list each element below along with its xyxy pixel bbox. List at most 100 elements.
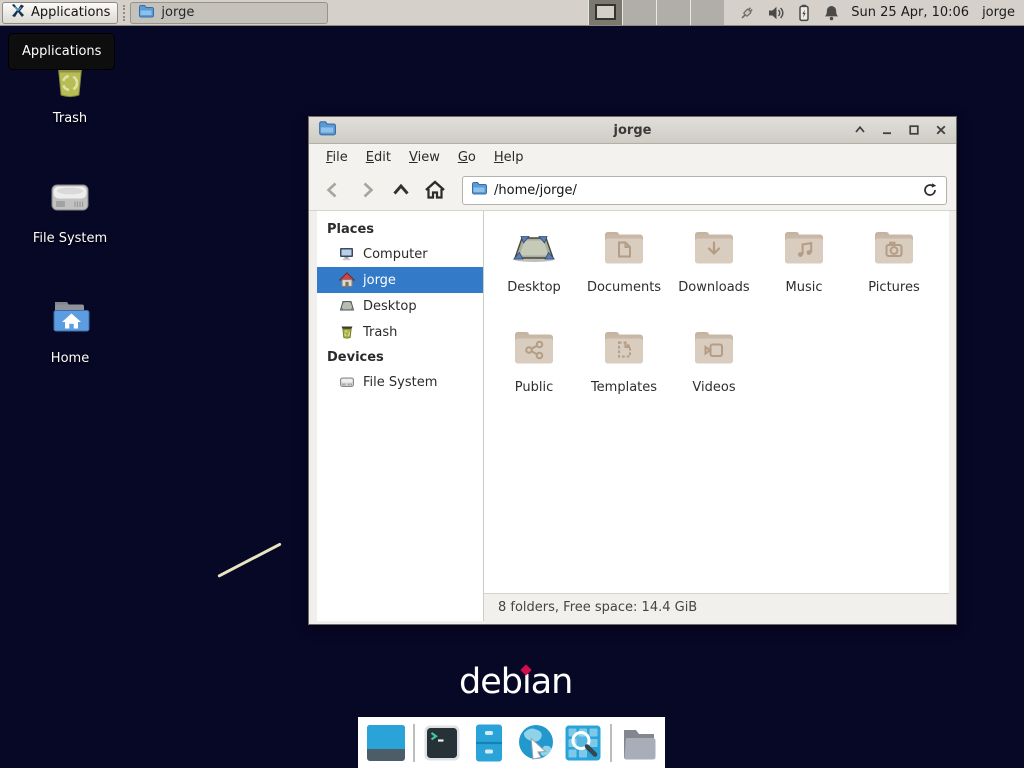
reload-icon[interactable] [922, 182, 938, 198]
address-bar[interactable] [462, 176, 947, 205]
file-documents[interactable]: Documents [579, 223, 669, 323]
file-videos[interactable]: Videos [669, 323, 759, 423]
workspace-window-preview [595, 4, 616, 20]
menu-view[interactable]: View [400, 147, 449, 168]
file-public[interactable]: Public [489, 323, 579, 423]
file-music[interactable]: Music [759, 223, 849, 323]
file-cabinet-icon[interactable] [469, 723, 509, 763]
file-manager-window: jorge File Edit View Go Help [308, 116, 957, 625]
folder-documents-icon [600, 223, 648, 273]
sidebar-devices-header: Devices [317, 345, 483, 369]
shade-icon[interactable] [854, 124, 866, 136]
applications-menu-button[interactable]: Applications [2, 2, 118, 24]
sidebar-home-label: jorge [363, 273, 396, 288]
dock-separator [610, 724, 612, 762]
home-place-icon [339, 272, 355, 288]
window-content: Places Computer [309, 211, 956, 624]
back-button[interactable] [318, 175, 348, 205]
workspace-1[interactable] [588, 0, 622, 25]
sidebar-item-computer[interactable]: Computer [317, 241, 483, 267]
maximize-icon[interactable] [908, 124, 920, 136]
taskbar-folder-icon [138, 3, 154, 23]
desktop-home-label: Home [22, 351, 118, 366]
sidebar-desktop-label: Desktop [363, 299, 417, 314]
window-titlebar[interactable]: jorge [309, 117, 956, 144]
battery-icon[interactable] [796, 4, 812, 22]
debian-logo-text: deb [459, 662, 522, 702]
forward-button[interactable] [352, 175, 382, 205]
dock [358, 717, 665, 768]
desktop-trash-label: Trash [22, 111, 118, 126]
web-browser-icon[interactable] [516, 723, 556, 763]
taskbar-window-title: jorge [161, 5, 194, 20]
harddrive-icon [46, 207, 94, 226]
file-label: Templates [591, 380, 657, 395]
toolbar [309, 170, 956, 211]
close-icon[interactable] [935, 124, 947, 136]
file-templates[interactable]: Templates [579, 323, 669, 423]
file-label: Documents [587, 280, 661, 295]
sidebar-computer-label: Computer [363, 247, 428, 262]
folder-pictures-icon [870, 223, 918, 273]
menu-edit[interactable]: Edit [357, 147, 400, 168]
file-label: Music [786, 280, 823, 295]
terminal-icon[interactable] [422, 723, 462, 763]
panel-username[interactable]: jorge [982, 5, 1015, 20]
sidebar-item-trash[interactable]: Trash [317, 319, 483, 345]
app-finder-icon[interactable] [563, 723, 603, 763]
workspace-2[interactable] [622, 0, 656, 25]
sidebar-trash-label: Trash [363, 325, 397, 340]
volume-icon[interactable] [767, 4, 785, 22]
statusbar: 8 folders, Free space: 14.4 GiB [484, 593, 949, 621]
folder-shortcut-icon[interactable] [619, 723, 659, 763]
desktop-filesystem-icon[interactable]: File System [22, 174, 118, 246]
folder-templates-icon [600, 323, 648, 373]
home-button[interactable] [420, 175, 450, 205]
applications-tooltip: Applications [8, 33, 115, 70]
menu-go[interactable]: Go [449, 147, 485, 168]
workspace-4[interactable] [690, 0, 724, 25]
taskbar-window-button[interactable]: jorge [130, 2, 328, 24]
desktop-place-icon [339, 298, 355, 314]
file-label: Videos [692, 380, 735, 395]
home-folder-icon [46, 327, 94, 346]
address-folder-icon [471, 180, 487, 200]
workspace-switcher [588, 0, 724, 25]
sidebar-filesystem-label: File System [363, 375, 437, 390]
workspace-3[interactable] [656, 0, 690, 25]
trash-place-icon [339, 324, 355, 340]
menu-help[interactable]: Help [485, 147, 533, 168]
files-pane: Desktop Docume [484, 211, 949, 621]
system-tray [738, 4, 840, 22]
menu-file[interactable]: File [317, 147, 357, 168]
address-input[interactable] [494, 183, 915, 198]
desktop-artifact-line [217, 542, 281, 577]
file-label: Downloads [678, 280, 749, 295]
file-label: Desktop [507, 280, 561, 295]
trash-icon [46, 87, 94, 106]
menubar: File Edit View Go Help [309, 144, 956, 170]
computer-icon [339, 246, 355, 262]
notifications-icon[interactable] [823, 4, 840, 22]
desktop-file-icon [510, 223, 558, 273]
network-icon[interactable] [738, 4, 756, 22]
drive-icon [339, 374, 355, 390]
desktop-home-icon[interactable]: Home [22, 294, 118, 366]
window-icon [318, 119, 336, 141]
sidebar-item-filesystem[interactable]: File System [317, 369, 483, 395]
debian-logo-i: ı [522, 662, 531, 702]
panel-separator [123, 5, 125, 21]
sidebar-item-home[interactable]: jorge [317, 267, 483, 293]
files-grid: Desktop Docume [484, 211, 949, 593]
file-downloads[interactable]: Downloads [669, 223, 759, 323]
panel-clock[interactable]: Sun 25 Apr, 10:06 [851, 5, 969, 20]
file-desktop[interactable]: Desktop [489, 223, 579, 323]
show-desktop-icon[interactable] [366, 723, 406, 763]
sidebar-item-desktop[interactable]: Desktop [317, 293, 483, 319]
file-pictures[interactable]: Pictures [849, 223, 939, 323]
up-button[interactable] [386, 175, 416, 205]
folder-music-icon [780, 223, 828, 273]
minimize-icon[interactable] [881, 124, 893, 136]
dock-separator [413, 724, 415, 762]
folder-downloads-icon [690, 223, 738, 273]
